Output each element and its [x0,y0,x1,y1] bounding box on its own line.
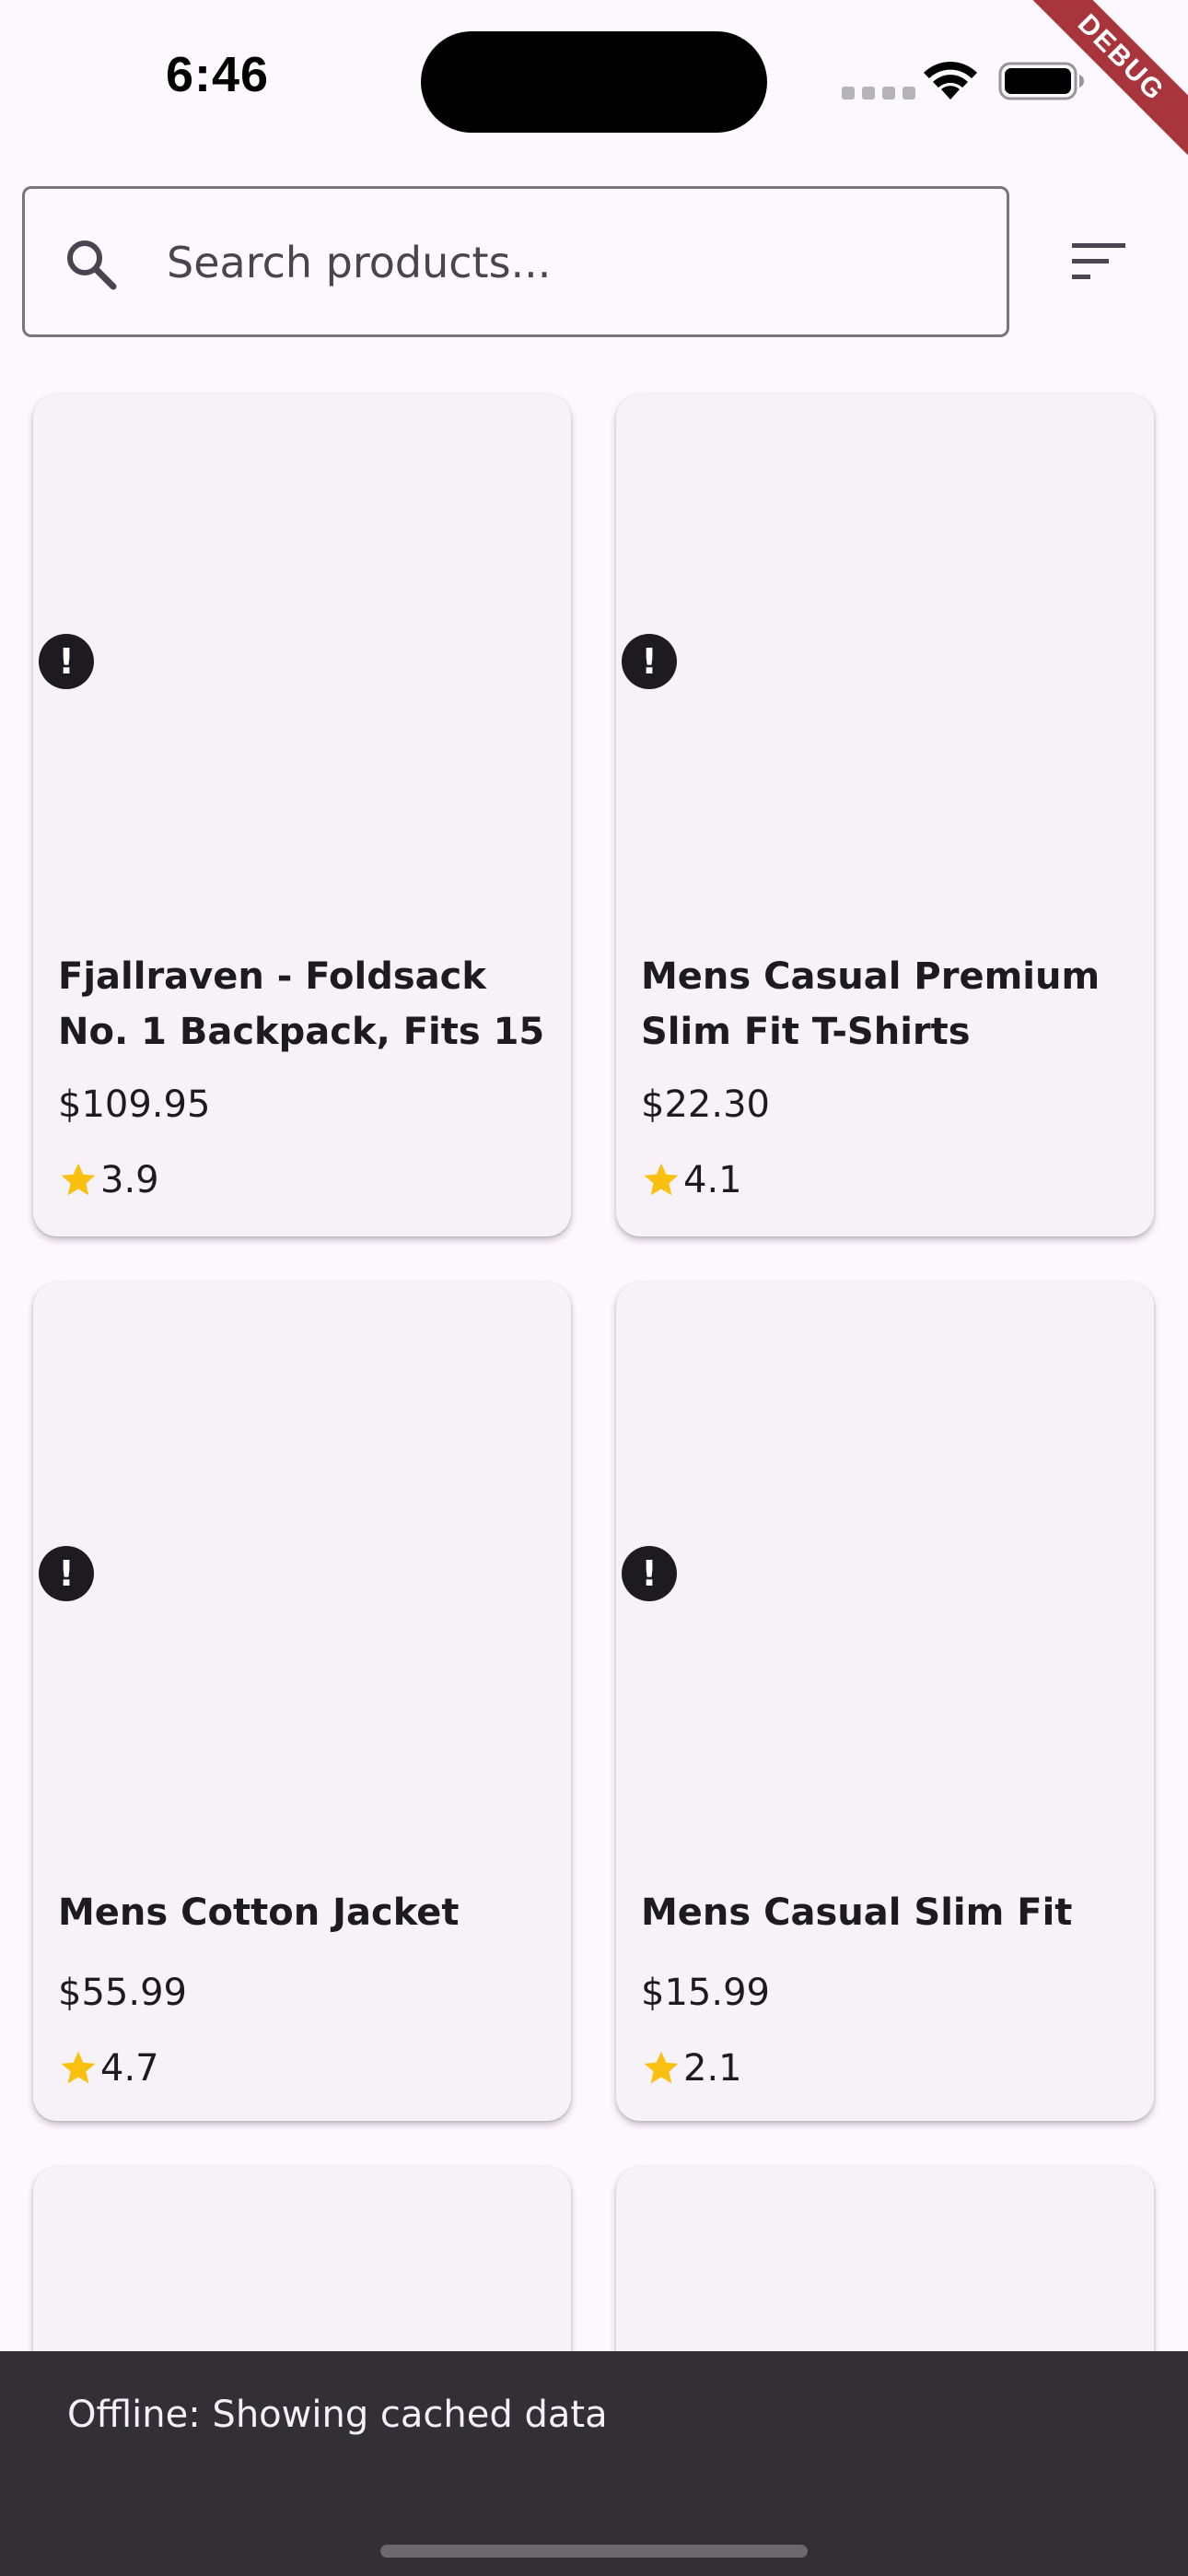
cellular-signal-icon [842,87,915,100]
dynamic-island [421,31,767,133]
product-title: Fjallraven - Foldsack No. 1 Backpack, Fi… [58,955,545,1053]
search-icon [67,240,117,290]
rating-value: 4.1 [683,1159,742,1201]
product-title: Mens Cotton Jacket [58,1891,460,1934]
product-rating: 3.9 [58,1159,159,1201]
offline-snackbar: Offline: Showing cached data [0,2351,1188,2576]
search-input[interactable] [167,220,977,305]
product-grid: ! Fjallraven - Foldsack No. 1 Backpack, … [0,0,1188,2576]
sort-icon [1072,243,1125,279]
wifi-icon [924,61,977,100]
star-icon [61,1163,96,1196]
image-error-icon: ! [622,1546,677,1601]
image-error-icon: ! [39,634,94,689]
snackbar-message: Offline: Showing cached data [67,2394,608,2436]
image-error-icon: ! [39,1546,94,1601]
debug-label: DEBUG [1022,0,1188,161]
sort-button[interactable] [1057,217,1140,306]
product-card[interactable]: ! Mens Cotton Jacket $55.99 4.7 [33,1282,571,2121]
star-icon [61,2051,96,2084]
debug-banner: DEBUG [1022,0,1188,166]
search-field[interactable] [22,186,1009,337]
product-rating: 4.7 [58,2047,159,2090]
product-rating: 2.1 [641,2047,742,2090]
product-price: $15.99 [641,1972,770,2014]
product-price: $55.99 [58,1972,187,2014]
product-card[interactable]: ! Fjallraven - Foldsack No. 1 Backpack, … [33,394,571,1236]
status-time: 6:46 [166,47,270,102]
rating-value: 4.7 [100,2047,159,2090]
status-bar: 6:46 DEBUG [0,0,1188,161]
product-rating: 4.1 [641,1159,742,1201]
rating-value: 3.9 [100,1159,159,1201]
product-price: $109.95 [58,1083,211,1126]
product-card[interactable]: ! Mens Casual Slim Fit $15.99 2.1 [616,1282,1154,2121]
rating-value: 2.1 [683,2047,742,2090]
product-title: Mens Casual Slim Fit [641,1891,1073,1934]
product-price: $22.30 [641,1083,770,1126]
home-indicator[interactable] [380,2545,808,2558]
star-icon [644,1163,679,1196]
product-card[interactable]: ! Mens Casual Premium Slim Fit T-Shirts … [616,394,1154,1236]
product-title: Mens Casual Premium Slim Fit T-Shirts [641,955,1101,1053]
star-icon [644,2051,679,2084]
image-error-icon: ! [622,634,677,689]
